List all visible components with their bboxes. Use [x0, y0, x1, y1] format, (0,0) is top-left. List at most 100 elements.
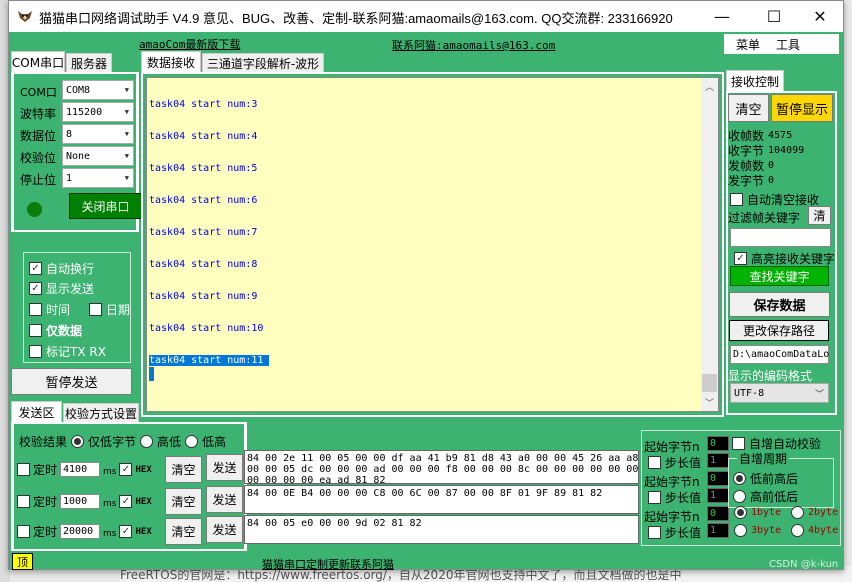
- auto-newline-checkbox[interactable]: ✓: [29, 262, 42, 275]
- byte-4-radio[interactable]: [791, 524, 804, 537]
- checksum-low-byte-radio[interactable]: [71, 435, 85, 448]
- auto-newline-option[interactable]: ✓ 自动换行: [29, 260, 94, 277]
- footer-link[interactable]: 猫猫串口定制更新联系阿猫: [262, 556, 394, 572]
- time-checkbox[interactable]: [29, 303, 42, 316]
- step-value-input[interactable]: 1: [707, 488, 729, 503]
- time-option[interactable]: 时间: [29, 301, 70, 318]
- timer-checkbox[interactable]: [17, 495, 30, 508]
- pause-display-button[interactable]: 暂停显示: [771, 94, 833, 122]
- receive-text-area[interactable]: task04 start num:3 task04 start num:4 task…: [146, 77, 719, 412]
- date-option[interactable]: 日期: [89, 301, 130, 318]
- byte-2-option[interactable]: 2byte: [791, 506, 838, 519]
- clear-send-button[interactable]: 清空: [165, 488, 202, 515]
- tab-data-receive[interactable]: 数据接收: [141, 51, 201, 73]
- close-button[interactable]: ✕: [797, 1, 843, 32]
- byte-3-option[interactable]: 3byte: [734, 524, 781, 537]
- menu-item-tools[interactable]: 工具: [776, 36, 800, 53]
- download-link[interactable]: amaoCom最新版下载: [139, 36, 240, 52]
- start-byte-input[interactable]: 0: [707, 471, 729, 486]
- date-checkbox[interactable]: [89, 303, 102, 316]
- timer-interval-input[interactable]: 20000: [60, 524, 101, 539]
- minimize-button[interactable]: —: [699, 1, 745, 32]
- contact-link[interactable]: 联系阿猫:amaomails@163.com: [392, 37, 555, 53]
- tab-checksum-settings[interactable]: 校验方式设置: [63, 403, 139, 423]
- tab-receive-control[interactable]: 接收控制: [726, 70, 784, 92]
- step-checkbox[interactable]: [648, 456, 661, 469]
- period-low-first-option[interactable]: 低前高后: [733, 470, 798, 487]
- send-row-1: 定时 4100 ms ✓ HEX: [17, 461, 152, 478]
- checksum-high-low-radio[interactable]: [140, 435, 154, 448]
- filter-clear-button[interactable]: 清: [808, 206, 831, 225]
- byte-1-radio[interactable]: [734, 506, 747, 519]
- send-button[interactable]: 发送: [206, 516, 243, 543]
- tab-three-channel-waveform[interactable]: 三通道字段解析-波形: [202, 53, 324, 73]
- filter-keyword-input[interactable]: [730, 228, 831, 247]
- data-only-option[interactable]: 仅数据: [29, 322, 82, 339]
- menu-item-menu[interactable]: 菜单: [736, 36, 760, 53]
- parity-select[interactable]: None ▼: [62, 146, 134, 166]
- com-port-select[interactable]: COM8 ▼: [62, 80, 134, 100]
- stop-bits-select[interactable]: 1 ▼: [62, 168, 134, 188]
- timer-interval-input[interactable]: 4100: [60, 462, 101, 477]
- pause-send-button[interactable]: 暂停发送: [11, 368, 132, 395]
- step-checkbox[interactable]: [648, 491, 661, 504]
- scroll-up-icon[interactable]: ︿: [705, 80, 714, 93]
- period-low-first-radio[interactable]: [733, 472, 746, 485]
- send-content-2[interactable]: 84 00 0E B4 00 00 00 C8 00 6C 00 87 00 0…: [244, 485, 639, 514]
- highlight-keyword-option[interactable]: ✓ 高亮接收关键字: [734, 250, 835, 267]
- top-button[interactable]: 顶: [12, 553, 33, 570]
- tab-com-port[interactable]: COM串口: [11, 51, 65, 73]
- start-byte-input[interactable]: 0: [707, 436, 729, 451]
- save-path-input[interactable]: D:\amaoComDataLo: [730, 345, 829, 364]
- received-line: task04 start num:4: [149, 131, 699, 163]
- clear-send-button[interactable]: 清空: [165, 518, 202, 545]
- highlight-keyword-checkbox[interactable]: ✓: [734, 252, 747, 265]
- auto-clear-checkbox[interactable]: [730, 193, 743, 206]
- receive-scrollbar[interactable]: ︿ ﹀: [701, 78, 718, 411]
- change-save-path-button[interactable]: 更改保存路径: [729, 320, 829, 341]
- data-bits-select[interactable]: 8 ▼: [62, 124, 134, 144]
- auto-checksum-checkbox[interactable]: [732, 437, 745, 450]
- baud-rate-select[interactable]: 115200 ▼: [62, 102, 134, 122]
- tab-server[interactable]: 服务器: [66, 53, 112, 73]
- close-port-button[interactable]: 关闭串口: [69, 193, 142, 219]
- data-only-checkbox[interactable]: [29, 324, 42, 337]
- maximize-button[interactable]: ☐: [751, 1, 797, 32]
- find-keyword-button[interactable]: 查找关键字: [730, 266, 829, 286]
- tab-send-area[interactable]: 发送区: [11, 401, 62, 423]
- period-high-first-radio[interactable]: [733, 490, 746, 503]
- encoding-value: UTF-8: [734, 387, 765, 399]
- clear-receive-button[interactable]: 清空: [728, 94, 769, 122]
- show-send-option[interactable]: ✓ 显示发送: [29, 280, 94, 297]
- step-value-input[interactable]: 1: [707, 453, 729, 468]
- send-content-3[interactable]: 84 00 05 e0 00 00 9d 02 81 82: [244, 515, 639, 544]
- hex-checkbox[interactable]: ✓: [119, 495, 133, 508]
- show-send-checkbox[interactable]: ✓: [29, 282, 42, 295]
- byte-2-radio[interactable]: [791, 506, 804, 519]
- timer-checkbox[interactable]: [17, 463, 30, 476]
- send-button[interactable]: 发送: [206, 486, 243, 513]
- clear-send-button[interactable]: 清空: [165, 456, 202, 483]
- byte-3-radio[interactable]: [734, 524, 747, 537]
- step-checkbox[interactable]: [648, 526, 661, 539]
- save-data-button[interactable]: 保存数据: [729, 292, 830, 317]
- hex-checkbox[interactable]: ✓: [119, 525, 133, 538]
- timer-checkbox[interactable]: [17, 525, 30, 538]
- encoding-select[interactable]: UTF-8 ﹀: [730, 383, 829, 403]
- send-button[interactable]: 发送: [206, 454, 243, 481]
- timer-interval-input[interactable]: 1000: [60, 494, 101, 509]
- mark-txrx-option[interactable]: 标记TX RX: [29, 343, 106, 360]
- dropdown-arrow-icon: ▼: [124, 108, 129, 116]
- period-high-first-option[interactable]: 高前低后: [733, 488, 798, 505]
- checksum-low-high-radio[interactable]: [185, 435, 199, 448]
- step-value-input[interactable]: 1: [707, 523, 729, 538]
- start-byte-input[interactable]: 0: [707, 506, 729, 521]
- mark-txrx-checkbox[interactable]: [29, 345, 42, 358]
- hex-checkbox[interactable]: ✓: [119, 463, 133, 476]
- auto-clear-option[interactable]: 自动清空接收: [730, 191, 819, 208]
- byte-1-option[interactable]: 1byte: [734, 506, 781, 519]
- scroll-down-icon[interactable]: ﹀: [705, 396, 714, 409]
- byte-4-option[interactable]: 4byte: [791, 524, 838, 537]
- scrollbar-thumb[interactable]: [702, 374, 717, 392]
- send-content-1[interactable]: 84 00 2e 11 00 05 00 00 df aa 41 b9 81 d…: [244, 450, 639, 484]
